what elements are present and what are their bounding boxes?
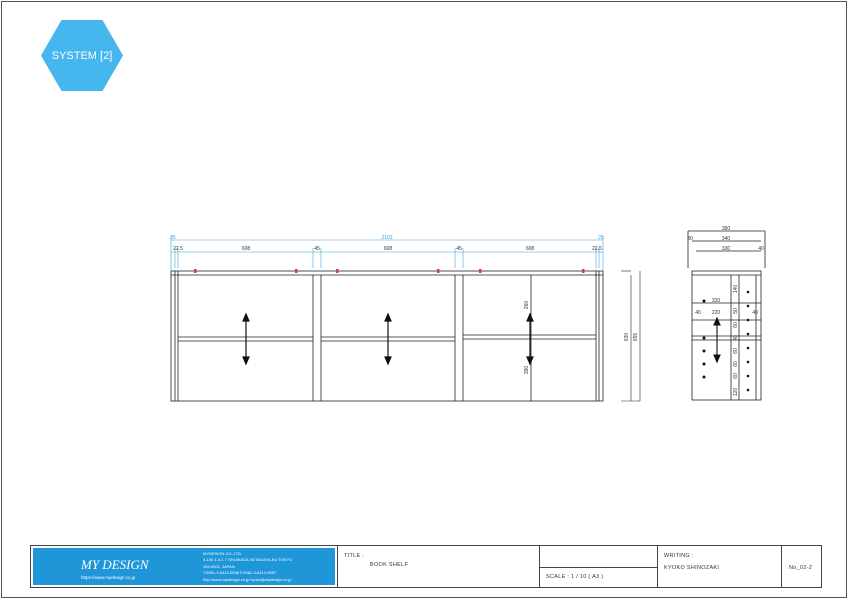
dim-depth-b: 655 [633,333,639,342]
drawing-number: No_02-2 [789,565,813,571]
dim-side-inner: 320 [712,298,721,304]
dim-side-v0: 140 [733,285,739,294]
arrow-up-icon [384,312,392,322]
dim-side-v1: 50 [733,308,739,314]
dim-side-inner2: 220 [712,310,721,316]
front-dim-labels: 25 2103 25 22.5 608 45 608 45 608 22.5 2… [170,235,639,374]
peg [746,304,750,308]
peg [746,374,750,378]
dim-edge-left: 25 [170,235,176,241]
title-label: TITLE : [344,553,365,559]
peg [746,332,750,336]
dim-side-mid-right: 40 [752,310,758,316]
dim-seg-3: 608 [384,246,393,252]
peg [702,375,706,379]
dim-side-w3: 330 [722,246,731,252]
company-logo-panel: MY DESIGN https://www.mydesign.co.jp MYD… [33,548,335,585]
title-value: BOOK SHELF [370,562,409,568]
arrow-down-icon [526,356,534,366]
company-info: MYDESIGN CO.,LTD. 3-100 1-4-1 7 SHIJIKAD… [203,551,292,583]
side-pegs [702,290,750,392]
marker [437,269,440,273]
cell-divider [540,567,657,568]
writing-cell: WRITING : KYOKO SHINOZAKI [657,546,781,587]
arrow-up-icon [713,316,721,326]
dim-seg-2: 45 [314,246,320,252]
dim-side-v3: 40 [733,335,739,341]
dim-side-v2: 60 [733,322,739,328]
marker [479,269,482,273]
side-outline [691,270,762,401]
peg [702,336,706,340]
marker [295,269,298,273]
dim-seg-5: 608 [526,246,535,252]
marker [194,269,197,273]
brand-url: https://www.mydesign.co.jp [81,575,136,580]
scale-cell: SCALE : 1 / 10 ( A3 ) [539,546,657,587]
company-address-1: 3-100 1-4-1 7 SHIJIKADA SETAGAYA-KU TOKY… [203,557,293,563]
writer-name: KYOKO SHINOZAKI [664,565,720,571]
technical-drawing: 25 2103 25 22.5 608 45 608 45 608 22.5 2… [170,226,766,402]
arrow-down-icon [384,356,392,366]
peg [746,318,750,322]
brand-logo: MY DESIGN [81,557,149,572]
dim-side-mid-left: 40 [695,310,701,316]
dim-side-v7: 120 [733,388,739,397]
dim-seg-4: 45 [456,246,462,252]
marker [336,269,339,273]
dim-seg-1: 608 [242,246,251,252]
front-dimensions [170,236,604,271]
dim-side-right: 40 [758,246,764,252]
dim-shelf-upper: 260 [524,301,530,310]
writing-label: WRITING : [664,553,694,559]
number-cell: No_02-2 [781,546,822,587]
dim-shelf-lower: 390 [524,366,530,375]
dim-edge-right: 25 [598,235,604,241]
shelf-outline [170,270,604,402]
front-elevation [170,270,604,402]
arrow-up-icon [242,312,250,322]
dim-side-w1: 360 [722,226,731,232]
title-cell: TITLE : BOOK SHELF [337,546,539,587]
dim-side-v4: 60 [733,348,739,354]
peg [746,360,750,364]
dim-seg-0: 22.5 [173,246,183,252]
scale-label: SCALE : 1 / 10 ( A3 ) [546,574,604,580]
peg [746,290,750,294]
dim-seg-6: 22.5 [592,246,602,252]
peg [702,362,706,366]
peg [746,346,750,350]
peg [702,349,706,353]
dim-side-w2: 340 [722,236,731,242]
title-block: MY DESIGN https://www.mydesign.co.jp MYD… [30,545,822,588]
dim-side-v6: 60 [733,373,739,379]
dim-depth-a: 630 [624,333,630,342]
peg [702,299,706,303]
dim-side-left: 30 [687,236,693,242]
dim-side-v5: 60 [733,361,739,367]
arrow-down-icon [242,356,250,366]
side-dim-labels: 360 340 330 30 40 320 220 40 40 140 50 6… [687,226,764,396]
peg [746,388,750,392]
dim-overall: 2103 [381,235,392,241]
arrow-up-icon [526,312,534,322]
arrow-down-icon [713,354,721,364]
company-web: http://www.mydesign.co.jp kyoko@mydesign… [203,576,292,582]
marker [582,269,585,273]
